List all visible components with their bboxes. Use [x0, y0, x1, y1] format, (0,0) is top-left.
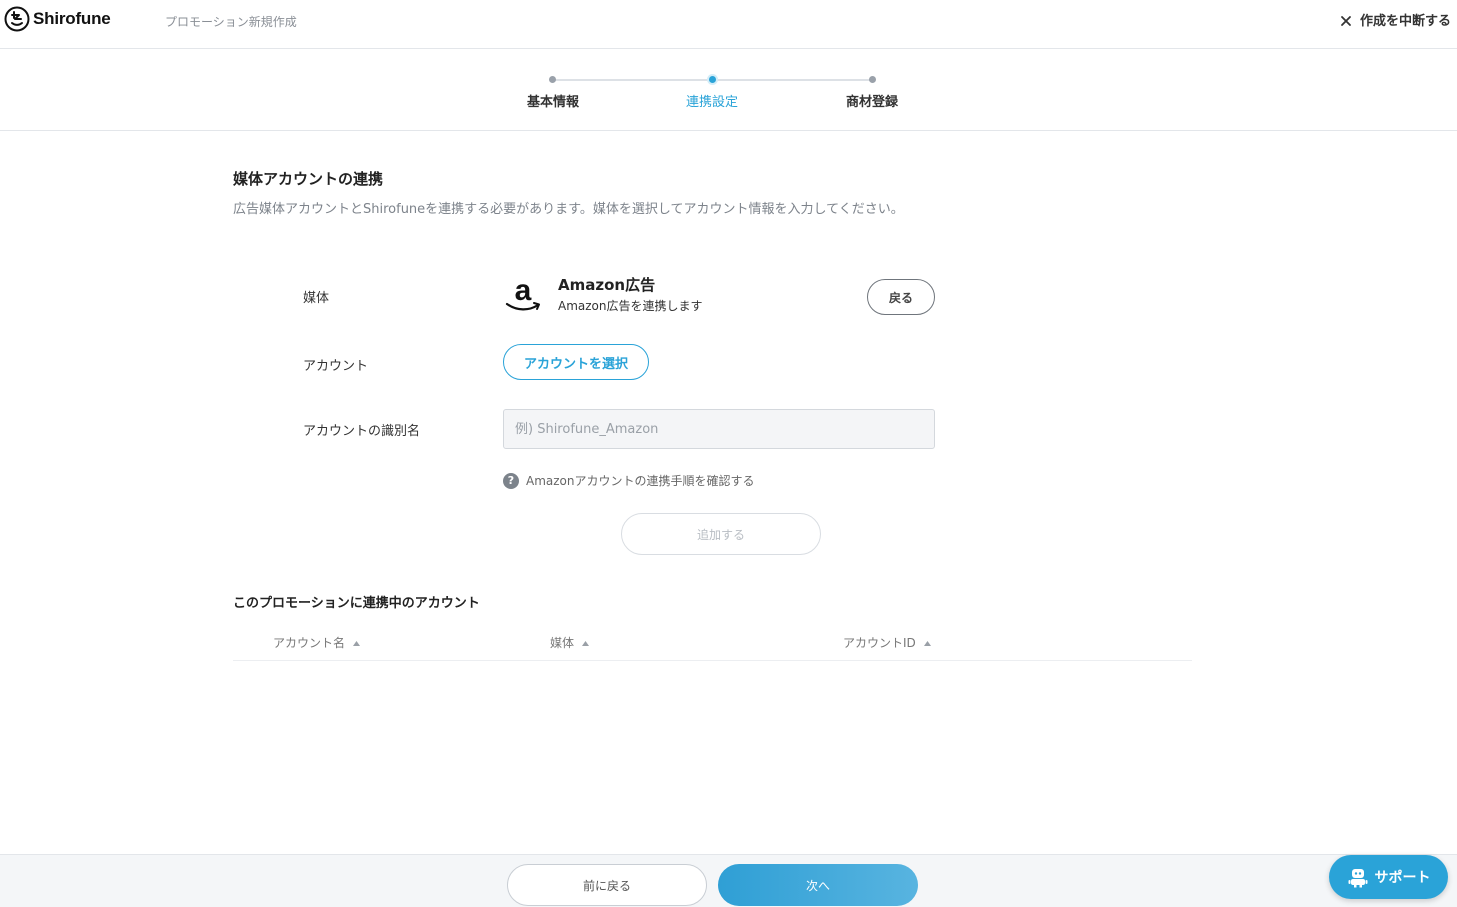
step-connector	[712, 79, 872, 81]
close-icon	[1341, 15, 1351, 26]
account-id-label: アカウントの識別名	[303, 424, 421, 439]
column-header-account-name[interactable]: アカウント名	[273, 634, 361, 651]
linked-accounts-title: このプロモーションに連携中のアカウント	[233, 596, 480, 611]
help-link-label: Amazonアカウントの連携手順を確認する	[526, 474, 755, 488]
section-title: 媒体アカウントの連携	[233, 170, 384, 188]
robot-icon	[1348, 869, 1367, 888]
step-product-registration: 商材登録	[845, 95, 898, 110]
select-account-button[interactable]: アカウントを選択	[503, 344, 649, 380]
brand-logo[interactable]: Shirofune	[4, 6, 111, 32]
step-connector	[553, 79, 712, 81]
column-label: 媒体	[550, 636, 575, 650]
column-header-media[interactable]: 媒体	[550, 634, 590, 651]
sort-asc-icon	[582, 640, 590, 646]
step-dot-product	[869, 76, 876, 83]
media-name: Amazon広告	[558, 276, 656, 294]
column-header-account-id[interactable]: アカウントID	[843, 634, 931, 651]
support-label: サポート	[1374, 870, 1431, 886]
account-label: アカウント	[303, 359, 369, 374]
selected-media: a Amazon広告 Amazon広告を連携します	[503, 276, 703, 316]
column-label: アカウントID	[843, 636, 916, 650]
help-link[interactable]: ? Amazonアカウントの連携手順を確認する	[503, 472, 755, 489]
section-description: 広告媒体アカウントとShirofuneを連携する必要があります。媒体を選択してア…	[233, 202, 904, 217]
step-basic-info: 基本情報	[526, 95, 579, 110]
account-id-input[interactable]	[503, 409, 935, 449]
abort-button[interactable]: 作成を中断する	[1340, 10, 1451, 29]
amazon-logo-icon: a	[505, 276, 540, 311]
question-icon: ?	[503, 472, 519, 489]
media-subtext: Amazon広告を連携します	[558, 299, 703, 313]
sort-asc-icon	[923, 640, 931, 646]
column-label: アカウント名	[273, 636, 346, 650]
page-title: プロモーション新規作成	[165, 15, 297, 29]
header: Shirofune プロモーション新規作成 作成を中断する	[0, 0, 1457, 49]
stepper: 基本情報 連携設定 商材登録	[0, 49, 1457, 131]
step-dot-basic	[549, 76, 556, 83]
svg-text:a: a	[515, 276, 532, 307]
step-dot-link	[709, 76, 716, 83]
footer-bar: 前に戻る 次へ	[0, 854, 1457, 907]
media-label: 媒体	[303, 291, 330, 306]
add-button[interactable]: 追加する	[621, 513, 821, 555]
support-button[interactable]: サポート	[1329, 855, 1448, 899]
next-button[interactable]: 次へ	[718, 864, 918, 906]
shirofune-logo-icon	[4, 6, 30, 32]
brand-name: Shirofune	[33, 9, 111, 28]
step-link-settings: 連携設定	[685, 95, 738, 110]
abort-label: 作成を中断する	[1359, 14, 1451, 29]
sort-asc-icon	[353, 640, 361, 646]
linked-accounts-table-header: アカウント名 媒体 アカウントID	[233, 625, 1192, 661]
prev-button[interactable]: 前に戻る	[507, 864, 707, 906]
back-button[interactable]: 戻る	[867, 279, 935, 315]
